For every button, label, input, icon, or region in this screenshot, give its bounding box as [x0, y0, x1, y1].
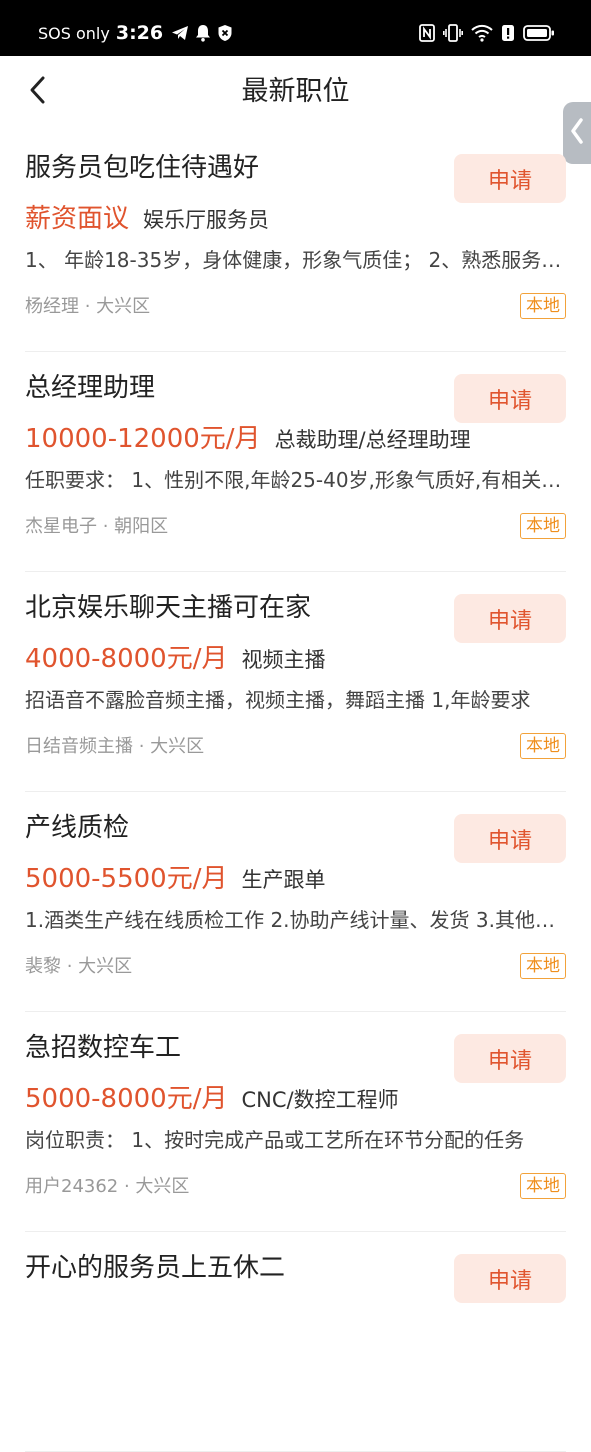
- apply-button[interactable]: 申请: [454, 374, 566, 423]
- salary-row: 10000-12000元/月 总裁助理/总经理助理: [25, 418, 471, 456]
- job-category: 娱乐厅服务员: [143, 208, 270, 232]
- job-salary: 4000-8000元/月: [25, 644, 228, 674]
- job-card[interactable]: 产线质检 申请 5000-5500元/月 生产跟单 1.酒类生产线在线质检工作 …: [25, 792, 566, 1012]
- salary-row: 5000-5500元/月 生产跟单: [25, 858, 325, 896]
- bell-icon: [195, 24, 211, 42]
- job-description: 1、 年龄18-35岁，身体健康，形象气质佳； 2、熟悉服务流程: [25, 248, 566, 272]
- job-card[interactable]: 总经理助理 申请 10000-12000元/月 总裁助理/总经理助理 任职要求：…: [25, 352, 566, 572]
- job-category: 视频主播: [241, 648, 326, 672]
- page-title: 最新职位: [241, 76, 350, 107]
- company-location: 裴黎 · 大兴区: [25, 956, 133, 977]
- job-category: 总裁助理/总经理助理: [274, 428, 471, 452]
- local-badge: 本地: [520, 293, 566, 319]
- wifi-icon: [471, 24, 493, 42]
- nav-bar: 最新职位: [0, 56, 591, 132]
- battery-icon: [523, 24, 555, 42]
- job-title: 产线质检: [25, 813, 130, 843]
- job-description: 招语音不露脸音频主播，视频主播，舞蹈主播 1,年龄要求: [25, 688, 531, 712]
- job-description: 任职要求： 1、性别不限,年龄25-40岁,形象气质好,有相关经验: [25, 468, 566, 492]
- status-right: [419, 20, 555, 46]
- job-salary: 5000-8000元/月: [25, 1084, 228, 1114]
- job-card[interactable]: 开心的服务员上五休二 申请: [25, 1232, 566, 1452]
- nfc-icon: [419, 24, 435, 42]
- status-left: SOS only 3:26: [38, 20, 233, 46]
- job-salary: 薪资面议: [25, 204, 130, 234]
- local-badge: 本地: [520, 733, 566, 759]
- company-location: 杰星电子 · 朝阳区: [25, 516, 169, 537]
- status-bar: SOS only 3:26: [0, 0, 591, 56]
- local-badge: 本地: [520, 953, 566, 979]
- salary-row: 5000-8000元/月 CNC/数控工程师: [25, 1078, 399, 1116]
- carrier-text: SOS only: [38, 23, 110, 43]
- company-location: 日结音频主播 · 大兴区: [25, 736, 205, 757]
- local-badge: 本地: [520, 513, 566, 539]
- company-location: 杨经理 · 大兴区: [25, 296, 151, 317]
- clock: 3:26: [115, 22, 164, 44]
- job-title: 北京娱乐聊天主播可在家: [25, 593, 312, 623]
- job-category: CNC/数控工程师: [241, 1088, 399, 1112]
- salary-row: 4000-8000元/月 视频主播: [25, 638, 325, 676]
- job-category: 生产跟单: [241, 868, 326, 892]
- apply-button[interactable]: 申请: [454, 1254, 566, 1303]
- local-badge: 本地: [520, 1173, 566, 1199]
- company-location: 用户24362 · 大兴区: [25, 1176, 190, 1197]
- job-title: 急招数控车工: [25, 1033, 182, 1063]
- telegram-icon: [171, 25, 189, 41]
- job-title: 服务员包吃住待遇好: [25, 153, 260, 183]
- apply-button[interactable]: 申请: [454, 154, 566, 203]
- job-title: 总经理助理: [25, 373, 156, 403]
- job-salary: 10000-12000元/月: [25, 424, 261, 454]
- job-card[interactable]: 北京娱乐聊天主播可在家 申请 4000-8000元/月 视频主播 招语音不露脸音…: [25, 572, 566, 792]
- apply-button[interactable]: 申请: [454, 1034, 566, 1083]
- job-list: 服务员包吃住待遇好 申请 薪资面议 娱乐厅服务员 1、 年龄18-35岁，身体健…: [0, 132, 591, 1452]
- job-card[interactable]: 急招数控车工 申请 5000-8000元/月 CNC/数控工程师 岗位职责： 1…: [25, 1012, 566, 1232]
- job-card[interactable]: 服务员包吃住待遇好 申请 薪资面议 娱乐厅服务员 1、 年龄18-35岁，身体健…: [25, 132, 566, 352]
- shield-icon: [217, 24, 233, 42]
- job-title: 开心的服务员上五休二: [25, 1253, 286, 1283]
- apply-button[interactable]: 申请: [454, 594, 566, 643]
- vibrate-icon: [443, 24, 463, 42]
- job-description: 岗位职责： 1、按时完成产品或工艺所在环节分配的任务: [25, 1128, 525, 1152]
- job-description: 1.酒类生产线在线质检工作 2.协助产线计量、发货 3.其他工作: [25, 908, 566, 932]
- job-salary: 5000-5500元/月: [25, 864, 228, 894]
- salary-row: 薪资面议 娱乐厅服务员: [25, 198, 269, 236]
- alert-icon: [501, 24, 515, 42]
- apply-button[interactable]: 申请: [454, 814, 566, 863]
